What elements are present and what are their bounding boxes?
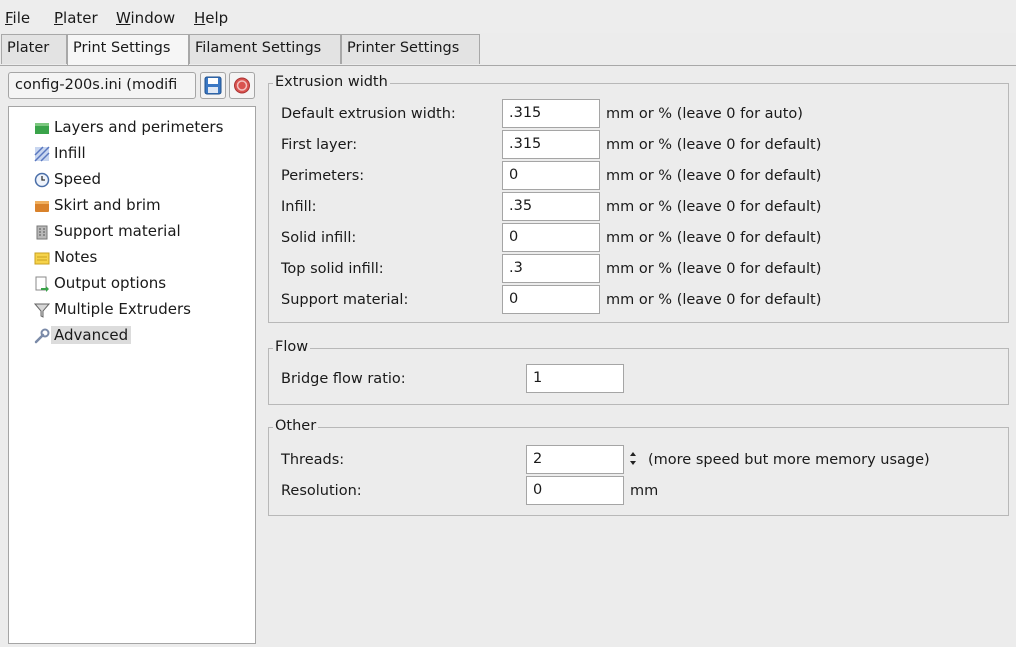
wrench-icon bbox=[34, 328, 50, 344]
top-solid-infill-label: Top solid infill: bbox=[281, 261, 384, 277]
infill-label: Infill: bbox=[281, 199, 317, 215]
infill-icon bbox=[34, 146, 50, 162]
building-icon bbox=[36, 225, 48, 240]
default-extrusion-width-hint: mm or % (leave 0 for auto) bbox=[606, 106, 803, 122]
tab-plater[interactable]: Plater bbox=[1, 34, 67, 64]
flow-group: Flow Bridge flow ratio: 1 bbox=[268, 339, 1009, 405]
note-icon bbox=[34, 252, 50, 265]
support-material-label: Support material: bbox=[281, 292, 409, 308]
delete-preset-button[interactable] bbox=[229, 72, 255, 99]
threads-hint: (more speed but more memory usage) bbox=[648, 452, 930, 468]
delete-icon bbox=[234, 77, 250, 94]
resolution-label: Resolution: bbox=[281, 483, 362, 499]
page-go-icon bbox=[35, 276, 49, 292]
tab-print-settings[interactable]: Print Settings bbox=[67, 34, 189, 66]
solid-infill-label: Solid infill: bbox=[281, 230, 357, 246]
extrusion-width-title: Extrusion width bbox=[273, 74, 390, 90]
spin-arrows-icon bbox=[630, 452, 636, 465]
first-layer-label: First layer: bbox=[281, 137, 358, 153]
menu-help[interactable]: Help bbox=[194, 9, 228, 27]
perimeters-label: Perimeters: bbox=[281, 168, 365, 184]
save-icon bbox=[204, 76, 222, 95]
threads-spinner[interactable] bbox=[628, 449, 638, 469]
tab-divider bbox=[0, 65, 1016, 66]
menu-file[interactable]: File bbox=[5, 9, 30, 27]
resolution-unit: mm bbox=[630, 483, 659, 499]
infill-input[interactable]: .35 bbox=[502, 192, 600, 221]
menu-plater[interactable]: Plater bbox=[54, 9, 98, 27]
tab-filament-settings[interactable]: Filament Settings bbox=[189, 34, 341, 64]
other-group: Other Threads: 2 (more speed but more me… bbox=[268, 418, 1009, 516]
resolution-input[interactable]: 0 bbox=[526, 476, 624, 505]
perimeters-input[interactable]: 0 bbox=[502, 161, 600, 190]
flow-title: Flow bbox=[273, 339, 311, 355]
bridge-flow-ratio-label: Bridge flow ratio: bbox=[281, 371, 406, 387]
tab-bar: Plater Print Settings Filament Settings … bbox=[0, 34, 1016, 66]
bridge-flow-ratio-input[interactable]: 1 bbox=[526, 364, 624, 393]
other-title: Other bbox=[273, 418, 319, 434]
preset-select[interactable]: config-200s.ini (modifi bbox=[8, 72, 196, 99]
box-icon bbox=[35, 201, 49, 212]
perimeters-hint: mm or % (leave 0 for default) bbox=[606, 168, 822, 184]
top-solid-infill-hint: mm or % (leave 0 for default) bbox=[606, 261, 822, 277]
clock-icon bbox=[34, 172, 50, 188]
infill-hint: mm or % (leave 0 for default) bbox=[606, 199, 822, 215]
tab-printer-settings[interactable]: Printer Settings bbox=[341, 34, 480, 64]
layers-icon bbox=[35, 123, 49, 134]
default-extrusion-width-input[interactable]: .315 bbox=[502, 99, 600, 128]
support-material-hint: mm or % (leave 0 for default) bbox=[606, 292, 822, 308]
solid-infill-input[interactable]: 0 bbox=[502, 223, 600, 252]
settings-tree: Layers and perimeters Infill Speed Skirt… bbox=[8, 106, 256, 644]
save-preset-button[interactable] bbox=[200, 72, 226, 99]
extrusion-width-group: Extrusion width Default extrusion width:… bbox=[268, 74, 1009, 323]
first-layer-hint: mm or % (leave 0 for default) bbox=[606, 137, 822, 153]
menu-window[interactable]: Window bbox=[116, 9, 175, 27]
first-layer-input[interactable]: .315 bbox=[502, 130, 600, 159]
default-extrusion-width-label: Default extrusion width: bbox=[281, 106, 456, 122]
top-solid-infill-input[interactable]: .3 bbox=[502, 254, 600, 283]
threads-input[interactable]: 2 bbox=[526, 445, 624, 474]
threads-label: Threads: bbox=[281, 452, 345, 468]
support-material-input[interactable]: 0 bbox=[502, 285, 600, 314]
menu-bar: File Plater Window Help bbox=[0, 0, 1016, 33]
solid-infill-hint: mm or % (leave 0 for default) bbox=[606, 230, 822, 246]
funnel-icon bbox=[34, 303, 50, 318]
